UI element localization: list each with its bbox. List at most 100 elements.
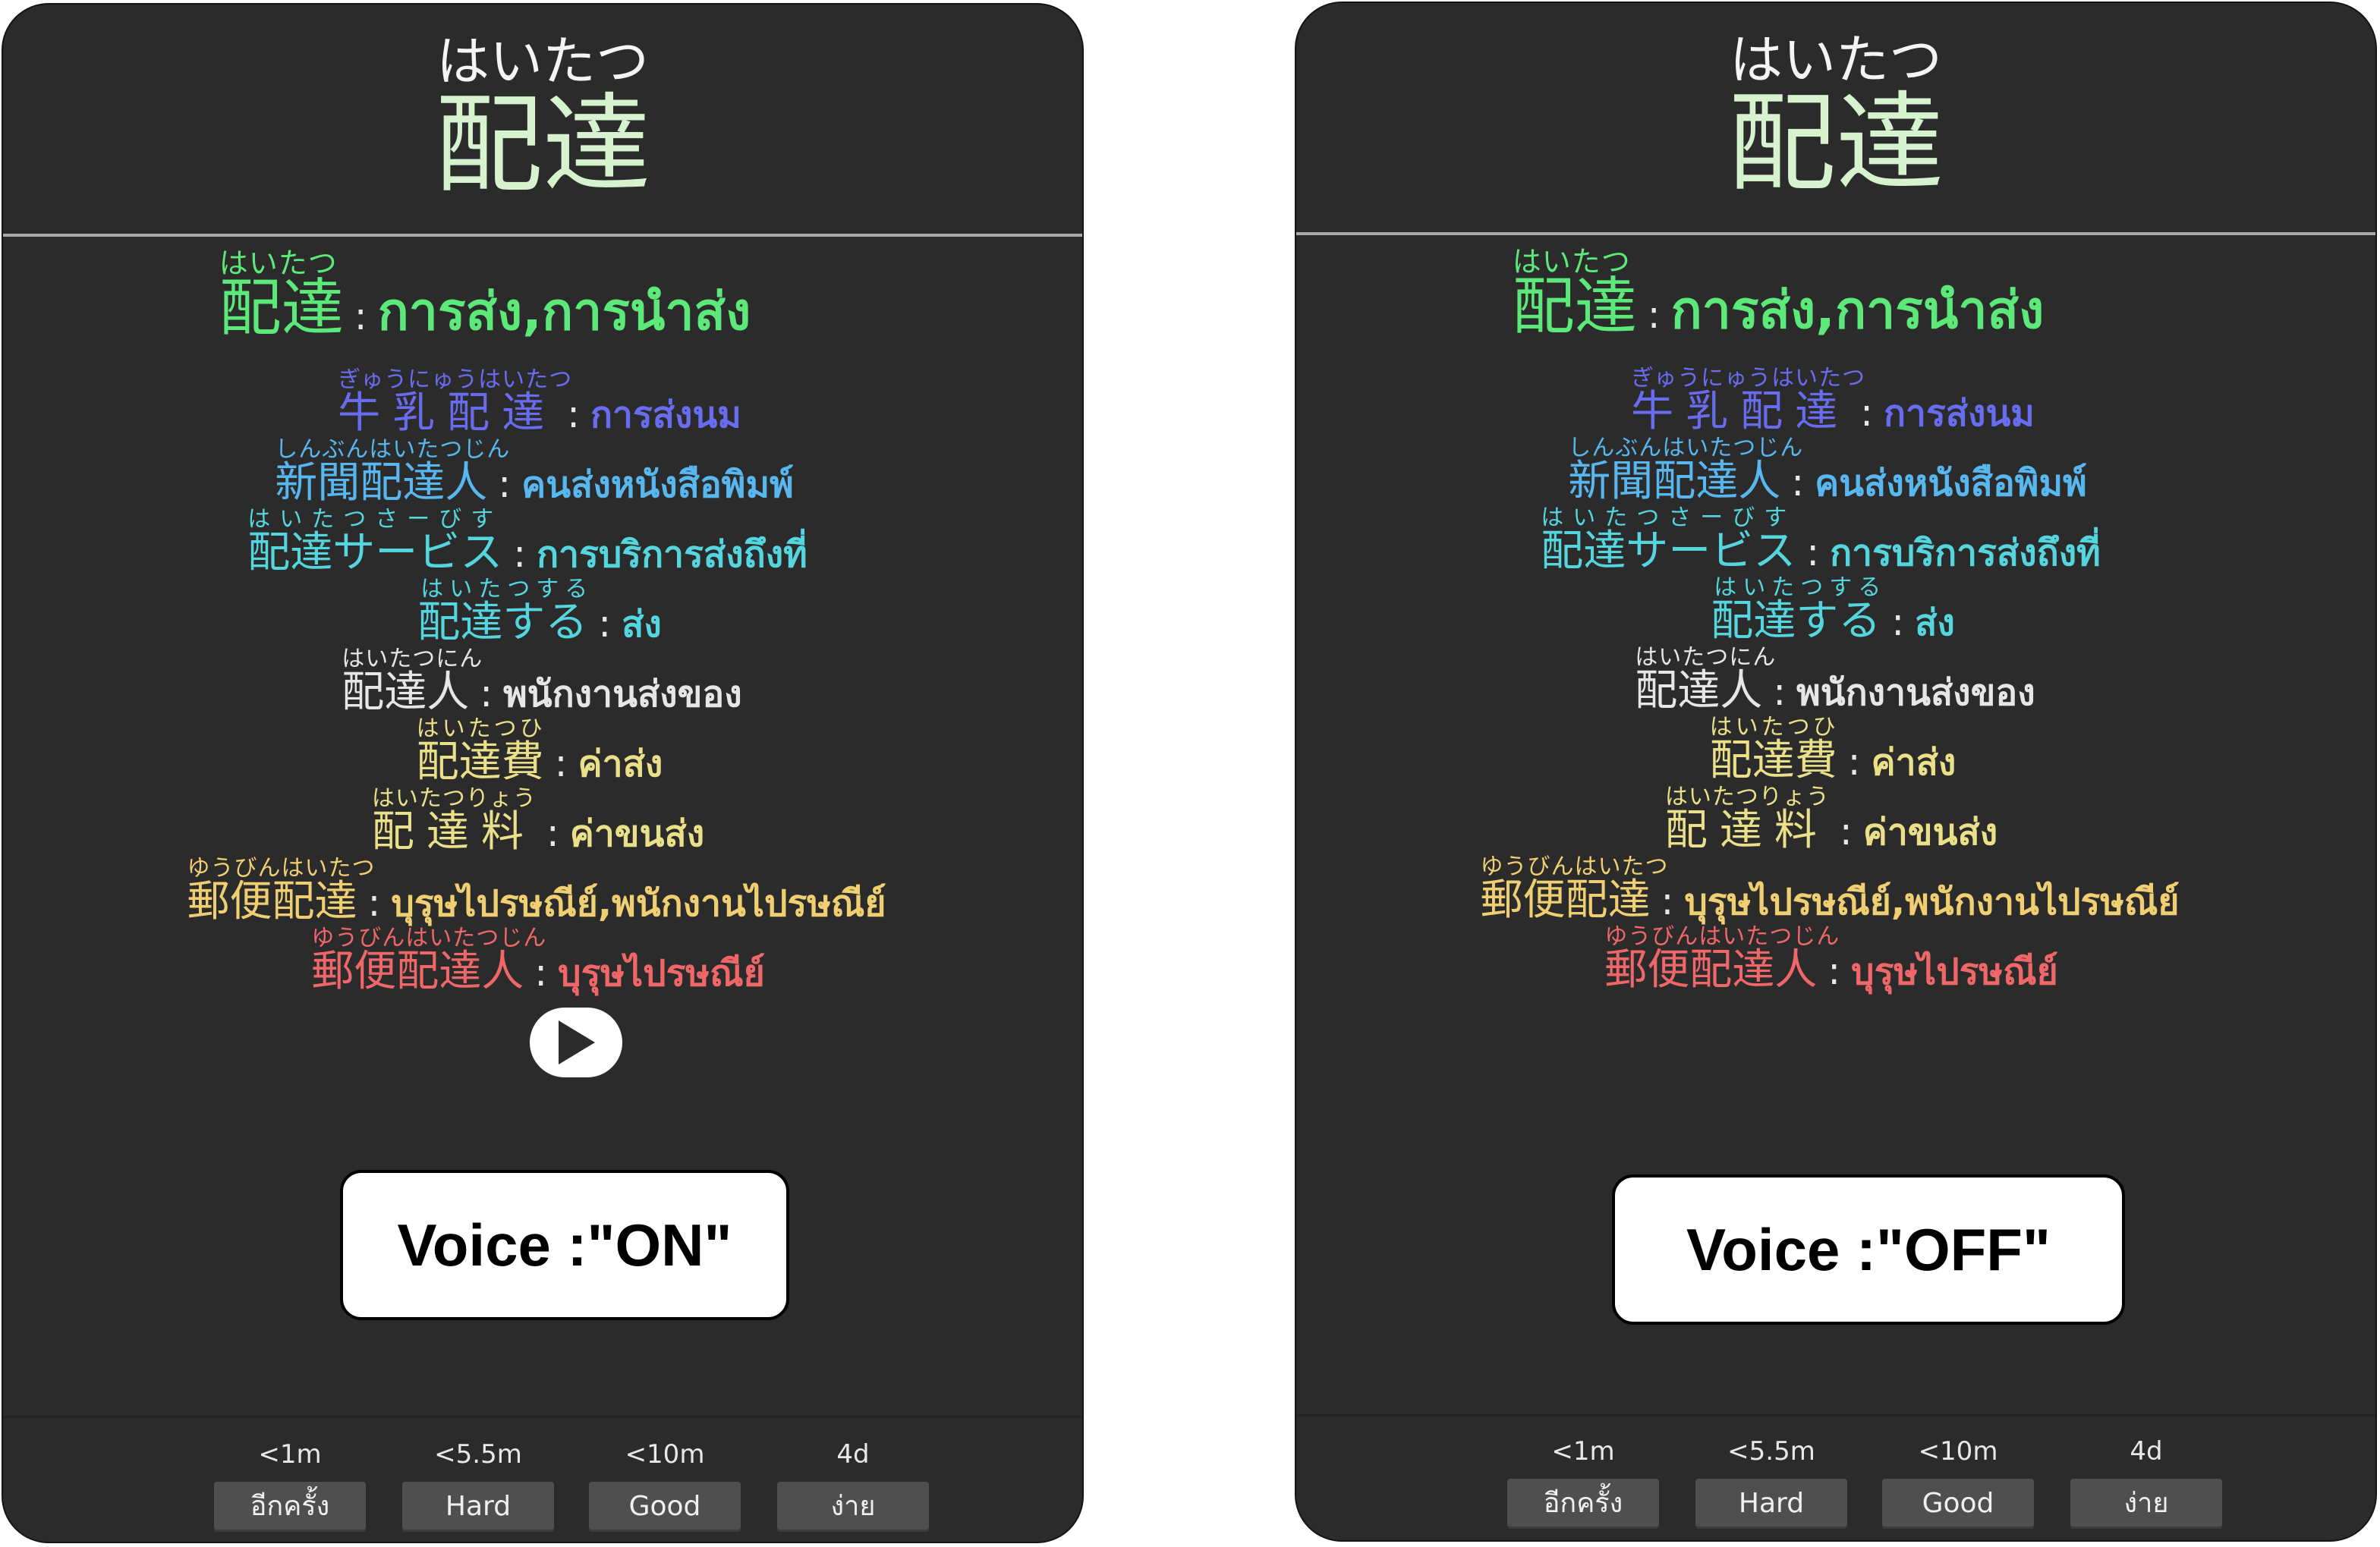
- entry-meaning: บุรุษไปรษณีย์: [558, 952, 765, 995]
- entry-separator: :: [1847, 740, 1861, 784]
- list-item: はいたつにん 配達人: พนักงานส่งของ: [3, 646, 1082, 717]
- entry-reading: はいたつにん: [342, 646, 483, 672]
- play-icon: [559, 1020, 595, 1064]
- list-item: しんぶんはいたつじん 新聞配達人: คนส่งหนังสือพิมพ์: [3, 436, 1082, 508]
- easy-button[interactable]: ง่าย: [2070, 1479, 2222, 1529]
- entry-separator: :: [498, 462, 512, 506]
- entry-word: 郵便配達人: [311, 947, 524, 996]
- entry-word: 配達サービス: [1541, 527, 1796, 576]
- header-word: 配達: [435, 83, 650, 208]
- good-button[interactable]: Good: [589, 1482, 741, 1532]
- list-item: はいたつさーびす 配達サービス: การบริการส่งถึงที่: [3, 506, 1082, 577]
- entry-separator: :: [567, 392, 580, 436]
- answer-good: <10m Good: [1882, 1436, 2034, 1529]
- entry-reading: しんぶんはいたつじん: [1568, 435, 1804, 461]
- entry-reading: はいたつにん: [1635, 644, 1777, 671]
- list-item: ゆうびんはいたつじん 郵便配達人: บุรุษไปรษณีย์: [3, 925, 1082, 996]
- easy-button[interactable]: ง่าย: [777, 1482, 929, 1532]
- entry-word: 配達人: [1635, 666, 1763, 715]
- entry-reading: はいたつさーびす: [1541, 505, 1796, 531]
- entry-separator: :: [534, 951, 548, 995]
- entry-separator: :: [1773, 670, 1787, 714]
- entry-word: 配達: [1512, 271, 1637, 343]
- voice-status-label: Voice :"OFF": [1612, 1174, 2125, 1325]
- entry-meaning: การส่ง,การนำส่ง: [377, 282, 751, 342]
- entry-reading: ぎゅうにゅうはいたつ: [338, 366, 573, 393]
- entry-list: はいたつ 配達: การส่ง,การนำส่ง ぎゅうにゅうはいたつ 牛乳配達:…: [3, 247, 1082, 996]
- entry-reading: ゆうびんはいたつ: [1480, 854, 1669, 880]
- list-item: はいたつさーびす 配達サービス: การบริการส่งถึงที่: [1296, 505, 2375, 576]
- entry-word: 新聞配達人: [1568, 457, 1781, 506]
- list-item: はいたつりょう 配達料: ค่าขนส่ง: [3, 786, 1082, 857]
- entry-separator: :: [1828, 949, 1841, 993]
- list-item: はいたつする 配達する: ส่ง: [3, 576, 1082, 647]
- again-button[interactable]: อีกครั้ง: [214, 1482, 366, 1532]
- interval-label: 4d: [836, 1439, 870, 1470]
- entry-reading: はいたつりょう: [1664, 784, 1830, 810]
- list-item: はいたつひ 配達費: ค่าส่ง: [1296, 714, 2375, 785]
- answer-easy: 4d ง่าย: [2070, 1436, 2222, 1529]
- interval-label: <1m: [1551, 1436, 1615, 1467]
- list-item: はいたつ 配達: การส่ง,การนำส่ง: [3, 247, 1082, 367]
- answer-bar: <1m อีกครั้ง <5.5m Hard <10m Good 4d ง่า…: [3, 1416, 1082, 1542]
- flashcard-voice-on: はいたつ 配達 はいたつ 配達: การส่ง,การนำส่ง ぎゅうにゅうはい…: [2, 3, 1084, 1543]
- entry-reading: はいたつひ: [1709, 714, 1839, 740]
- entry-meaning: การบริการส่งถึงที่: [537, 533, 808, 576]
- entry-separator: :: [1839, 810, 1853, 854]
- entry-separator: :: [354, 294, 367, 338]
- entry-reading: はいたつさーびす: [247, 506, 503, 533]
- list-item: しんぶんはいたつじん 新聞配達人: คนส่งหนังสือพิมพ์: [1296, 435, 2375, 506]
- play-audio-button[interactable]: [530, 1008, 622, 1077]
- entry-word: 配達費: [416, 737, 544, 787]
- entry-word: 配達する: [417, 598, 588, 647]
- entry-reading: ゆうびんはいたつじん: [311, 925, 547, 951]
- entry-word: 配達人: [342, 668, 470, 717]
- entry-reading: はいたつする: [420, 576, 594, 602]
- list-item: はいたつひ 配達費: ค่าส่ง: [3, 715, 1082, 787]
- card-header: はいたつ 配達: [1296, 3, 2375, 235]
- interval-label: 4d: [2130, 1436, 2163, 1467]
- entry-word: 配達料: [371, 807, 536, 857]
- entry-separator: :: [1860, 391, 1873, 435]
- good-button[interactable]: Good: [1882, 1479, 2034, 1529]
- interval-label: <10m: [625, 1439, 705, 1470]
- entry-reading: はいたつ: [219, 247, 338, 280]
- entry-reading: はいたつひ: [416, 715, 546, 742]
- hard-button[interactable]: Hard: [1695, 1479, 1847, 1529]
- list-item: はいたつにん 配達人: พนักงานส่งของ: [1296, 644, 2375, 715]
- entry-meaning: ค่าส่ง: [578, 743, 663, 785]
- entry-reading: しんぶんはいたつじん: [275, 436, 511, 463]
- interval-label: <5.5m: [1727, 1436, 1815, 1467]
- entry-meaning: ค่าส่ง: [1871, 741, 1957, 784]
- list-item: ゆうびんはいたつ 郵便配達: บุรุษไปรษณีย์,พนักงานไปรษณ…: [3, 856, 1082, 926]
- again-button[interactable]: อีกครั้ง: [1507, 1479, 1659, 1529]
- interval-label: <1m: [258, 1439, 322, 1470]
- hard-button[interactable]: Hard: [402, 1482, 554, 1532]
- header-word: 配達: [1728, 81, 1944, 206]
- list-item: ゆうびんはいたつ 郵便配達: บุรุษไปรษณีย์,พนักงานไปรษณ…: [1296, 854, 2375, 924]
- entry-word: 新聞配達人: [275, 458, 488, 508]
- list-item: ぎゅうにゅうはいたつ 牛乳配達: การส่งนม: [3, 366, 1082, 437]
- interval-label: <5.5m: [434, 1439, 522, 1470]
- answer-again: <1m อีกครั้ง: [1507, 1436, 1659, 1529]
- entry-word: 郵便配達人: [1604, 945, 1818, 995]
- entry-separator: :: [598, 602, 612, 646]
- answer-hard: <5.5m Hard: [402, 1439, 554, 1532]
- answer-again: <1m อีกครั้ง: [214, 1439, 366, 1532]
- entry-meaning: การบริการส่งถึงที่: [1830, 532, 2101, 574]
- entry-meaning: พนักงานส่งของ: [503, 673, 742, 715]
- entry-meaning: พนักงานส่งของ: [1796, 671, 2035, 714]
- flashcard-voice-off: はいたつ 配達 はいたつ 配達: การส่ง,การนำส่ง ぎゅうにゅうはい…: [1295, 2, 2377, 1542]
- entry-reading: はいたつする: [1714, 574, 1887, 601]
- card-header: はいたつ 配達: [3, 5, 1082, 237]
- entry-separator: :: [1791, 461, 1805, 505]
- entry-word: 郵便配達: [187, 877, 357, 926]
- entry-word: 牛乳配達: [1631, 387, 1850, 436]
- entry-word: 配達する: [1711, 596, 1881, 646]
- answer-easy: 4d ง่าย: [777, 1439, 929, 1532]
- voice-status-label: Voice :"ON": [340, 1170, 789, 1320]
- list-item: はいたつ 配達: การส่ง,การนำส่ง: [1296, 247, 2375, 366]
- entry-meaning: ส่ง: [622, 603, 662, 646]
- entry-separator: :: [1661, 879, 1674, 923]
- entry-word: 配達料: [1664, 806, 1829, 855]
